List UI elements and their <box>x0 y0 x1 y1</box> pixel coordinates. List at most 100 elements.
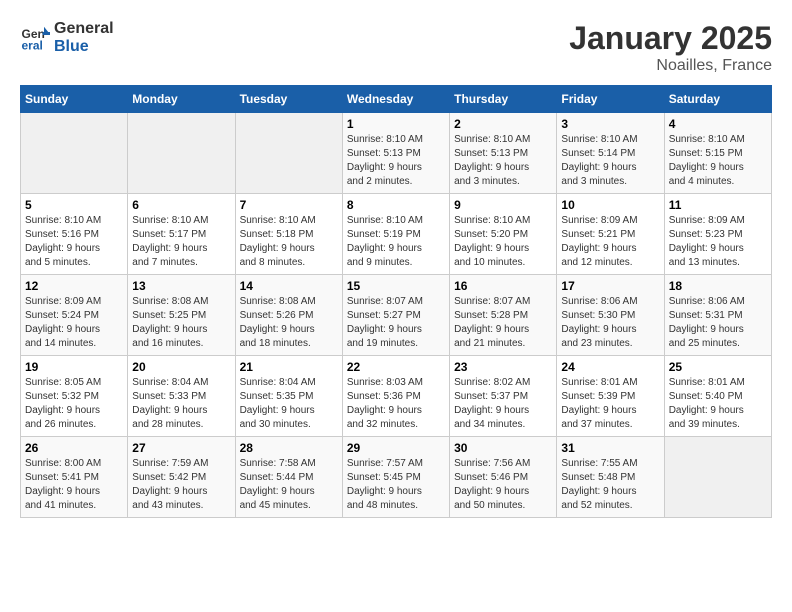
page-title: January 2025 <box>569 20 772 57</box>
day-number: 13 <box>132 279 230 293</box>
logo-text-line2: Blue <box>54 38 114 56</box>
calendar-cell: 27 Sunrise: 7:59 AM Sunset: 5:42 PM Dayli… <box>128 437 235 518</box>
calendar-cell: 1Sunrise: 8:10 AM Sunset: 5:13 PM Daylig… <box>342 113 449 194</box>
day-number: 14 <box>240 279 338 293</box>
logo: Gen eral General Blue <box>20 20 114 56</box>
calendar-cell: 26 Sunrise: 8:00 AM Sunset: 5:41 PM Dayli… <box>21 437 128 518</box>
calendar-cell: 10 Sunrise: 8:09 AM Sunset: 5:21 PM Dayli… <box>557 194 664 275</box>
day-detail: Sunrise: 7:59 AM Sunset: 5:42 PM Dayligh… <box>132 457 230 513</box>
page-subtitle: Noailles, France <box>569 57 772 75</box>
day-number: 2 <box>454 117 552 131</box>
calendar-cell: 17 Sunrise: 8:06 AM Sunset: 5:30 PM Dayli… <box>557 275 664 356</box>
calendar-cell: 15Sunrise: 8:07 AM Sunset: 5:27 PM Dayli… <box>342 275 449 356</box>
calendar-cell: 28 Sunrise: 7:58 AM Sunset: 5:44 PM Dayli… <box>235 437 342 518</box>
calendar-cell: 29 Sunrise: 7:57 AM Sunset: 5:45 PM Dayli… <box>342 437 449 518</box>
day-detail: Sunrise: 7:57 AM Sunset: 5:45 PM Dayligh… <box>347 457 445 513</box>
calendar-table: SundayMondayTuesdayWednesdayThursdayFrid… <box>20 85 772 518</box>
calendar-cell: 24 Sunrise: 8:01 AM Sunset: 5:39 PM Dayli… <box>557 356 664 437</box>
day-detail: Sunrise: 7:58 AM Sunset: 5:44 PM Dayligh… <box>240 457 338 513</box>
day-number: 25 <box>669 360 767 374</box>
day-number: 31 <box>561 441 659 455</box>
day-detail: Sunrise: 8:09 AM Sunset: 5:23 PM Dayligh… <box>669 214 767 270</box>
day-detail: Sunrise: 8:06 AM Sunset: 5:30 PM Dayligh… <box>561 295 659 351</box>
week-row-2: 5Sunrise: 8:10 AM Sunset: 5:16 PM Daylig… <box>21 194 772 275</box>
calendar-cell: 21Sunrise: 8:04 AM Sunset: 5:35 PM Dayli… <box>235 356 342 437</box>
calendar-cell: 11 Sunrise: 8:09 AM Sunset: 5:23 PM Dayli… <box>664 194 771 275</box>
day-detail: Sunrise: 8:09 AM Sunset: 5:24 PM Dayligh… <box>25 295 123 351</box>
title-block: January 2025 Noailles, France <box>569 20 772 75</box>
day-detail: Sunrise: 8:10 AM Sunset: 5:13 PM Dayligh… <box>454 133 552 189</box>
day-detail: Sunrise: 8:10 AM Sunset: 5:19 PM Dayligh… <box>347 214 445 270</box>
day-detail: Sunrise: 8:10 AM Sunset: 5:17 PM Dayligh… <box>132 214 230 270</box>
calendar-cell: 13 Sunrise: 8:08 AM Sunset: 5:25 PM Dayli… <box>128 275 235 356</box>
day-detail: Sunrise: 8:04 AM Sunset: 5:33 PM Dayligh… <box>132 376 230 432</box>
day-number: 12 <box>25 279 123 293</box>
week-row-4: 19Sunrise: 8:05 AM Sunset: 5:32 PM Dayli… <box>21 356 772 437</box>
day-detail: Sunrise: 8:07 AM Sunset: 5:28 PM Dayligh… <box>454 295 552 351</box>
day-number: 3 <box>561 117 659 131</box>
weekday-header-sunday: Sunday <box>21 86 128 113</box>
calendar-cell: 18Sunrise: 8:06 AM Sunset: 5:31 PM Dayli… <box>664 275 771 356</box>
day-number: 17 <box>561 279 659 293</box>
day-number: 7 <box>240 198 338 212</box>
weekday-header-friday: Friday <box>557 86 664 113</box>
logo-text-line1: General <box>54 20 114 38</box>
calendar-cell: 8 Sunrise: 8:10 AM Sunset: 5:19 PM Daylig… <box>342 194 449 275</box>
day-detail: Sunrise: 8:10 AM Sunset: 5:18 PM Dayligh… <box>240 214 338 270</box>
weekday-header-row: SundayMondayTuesdayWednesdayThursdayFrid… <box>21 86 772 113</box>
calendar-cell: 19Sunrise: 8:05 AM Sunset: 5:32 PM Dayli… <box>21 356 128 437</box>
calendar-cell <box>21 113 128 194</box>
day-detail: Sunrise: 8:00 AM Sunset: 5:41 PM Dayligh… <box>25 457 123 513</box>
day-detail: Sunrise: 8:08 AM Sunset: 5:25 PM Dayligh… <box>132 295 230 351</box>
day-number: 10 <box>561 198 659 212</box>
day-number: 6 <box>132 198 230 212</box>
week-row-1: 1Sunrise: 8:10 AM Sunset: 5:13 PM Daylig… <box>21 113 772 194</box>
day-number: 23 <box>454 360 552 374</box>
calendar-cell: 23 Sunrise: 8:02 AM Sunset: 5:37 PM Dayli… <box>450 356 557 437</box>
day-detail: Sunrise: 8:08 AM Sunset: 5:26 PM Dayligh… <box>240 295 338 351</box>
day-number: 20 <box>132 360 230 374</box>
calendar-cell <box>128 113 235 194</box>
day-detail: Sunrise: 8:03 AM Sunset: 5:36 PM Dayligh… <box>347 376 445 432</box>
calendar-cell: 4 Sunrise: 8:10 AM Sunset: 5:15 PM Daylig… <box>664 113 771 194</box>
day-number: 11 <box>669 198 767 212</box>
day-number: 29 <box>347 441 445 455</box>
calendar-cell: 6 Sunrise: 8:10 AM Sunset: 5:17 PM Daylig… <box>128 194 235 275</box>
day-detail: Sunrise: 8:10 AM Sunset: 5:14 PM Dayligh… <box>561 133 659 189</box>
day-number: 8 <box>347 198 445 212</box>
week-row-3: 12 Sunrise: 8:09 AM Sunset: 5:24 PM Dayli… <box>21 275 772 356</box>
day-number: 9 <box>454 198 552 212</box>
day-number: 16 <box>454 279 552 293</box>
calendar-cell <box>664 437 771 518</box>
day-detail: Sunrise: 8:02 AM Sunset: 5:37 PM Dayligh… <box>454 376 552 432</box>
day-detail: Sunrise: 8:10 AM Sunset: 5:15 PM Dayligh… <box>669 133 767 189</box>
day-detail: Sunrise: 8:09 AM Sunset: 5:21 PM Dayligh… <box>561 214 659 270</box>
day-number: 28 <box>240 441 338 455</box>
calendar-cell: 14 Sunrise: 8:08 AM Sunset: 5:26 PM Dayli… <box>235 275 342 356</box>
day-detail: Sunrise: 8:06 AM Sunset: 5:31 PM Dayligh… <box>669 295 767 351</box>
day-detail: Sunrise: 8:01 AM Sunset: 5:39 PM Dayligh… <box>561 376 659 432</box>
calendar-cell: 7 Sunrise: 8:10 AM Sunset: 5:18 PM Daylig… <box>235 194 342 275</box>
day-detail: Sunrise: 7:56 AM Sunset: 5:46 PM Dayligh… <box>454 457 552 513</box>
day-number: 21 <box>240 360 338 374</box>
day-number: 26 <box>25 441 123 455</box>
day-detail: Sunrise: 8:10 AM Sunset: 5:16 PM Dayligh… <box>25 214 123 270</box>
week-row-5: 26 Sunrise: 8:00 AM Sunset: 5:41 PM Dayli… <box>21 437 772 518</box>
day-number: 27 <box>132 441 230 455</box>
logo-icon: Gen eral <box>20 23 50 53</box>
calendar-cell: 20 Sunrise: 8:04 AM Sunset: 5:33 PM Dayli… <box>128 356 235 437</box>
day-number: 19 <box>25 360 123 374</box>
day-number: 4 <box>669 117 767 131</box>
svg-text:eral: eral <box>22 38 43 52</box>
weekday-header-saturday: Saturday <box>664 86 771 113</box>
day-detail: Sunrise: 8:10 AM Sunset: 5:20 PM Dayligh… <box>454 214 552 270</box>
calendar-cell: 31Sunrise: 7:55 AM Sunset: 5:48 PM Dayli… <box>557 437 664 518</box>
day-number: 24 <box>561 360 659 374</box>
day-number: 22 <box>347 360 445 374</box>
page-header: Gen eral General Blue January 2025 Noail… <box>20 20 772 75</box>
weekday-header-wednesday: Wednesday <box>342 86 449 113</box>
day-detail: Sunrise: 8:07 AM Sunset: 5:27 PM Dayligh… <box>347 295 445 351</box>
calendar-cell: 3 Sunrise: 8:10 AM Sunset: 5:14 PM Daylig… <box>557 113 664 194</box>
day-detail: Sunrise: 8:01 AM Sunset: 5:40 PM Dayligh… <box>669 376 767 432</box>
calendar-cell: 12 Sunrise: 8:09 AM Sunset: 5:24 PM Dayli… <box>21 275 128 356</box>
